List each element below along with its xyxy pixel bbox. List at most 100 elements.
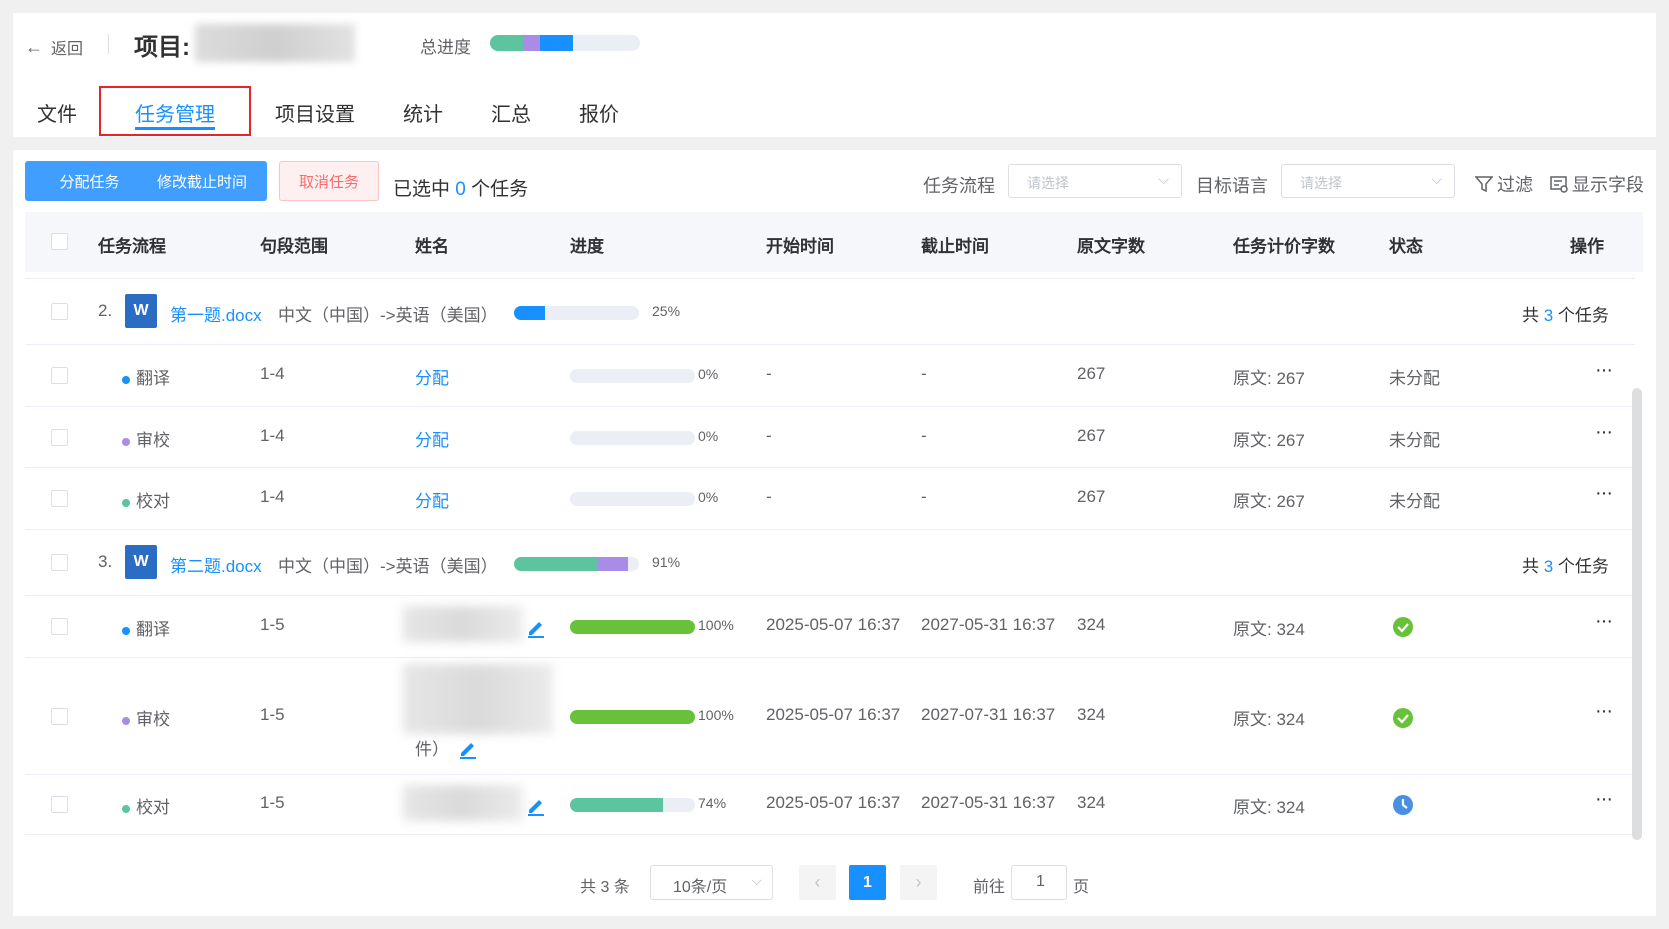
task-start: 2025-05-07 16:37 bbox=[766, 705, 901, 724]
total-progress-segment-proof bbox=[490, 35, 523, 51]
count-suffix: 个任务 bbox=[1553, 306, 1609, 325]
selected-count-info: 已选中 0 个任务 bbox=[393, 174, 528, 201]
more-actions-icon[interactable]: ··· bbox=[1595, 788, 1613, 811]
prev-page-button[interactable]: ‹ bbox=[799, 865, 836, 900]
task-start: - bbox=[766, 364, 772, 383]
row-checkbox[interactable] bbox=[51, 367, 68, 384]
assign-task-button[interactable]: 分配任务 bbox=[25, 161, 154, 201]
tab-task-management[interactable]: 任务管理 bbox=[99, 86, 251, 136]
file-progress-fill bbox=[514, 306, 546, 320]
task-row: 翻译 1-5 100% 2025-05-07 16:37 2027-05-31 … bbox=[25, 596, 1635, 658]
back-button[interactable]: ← 返回 bbox=[25, 35, 83, 59]
chevron-down-icon: ⌵ bbox=[1158, 171, 1169, 187]
row-checkbox[interactable] bbox=[51, 429, 68, 446]
col-name: 姓名 bbox=[415, 237, 449, 256]
tab-files[interactable]: 文件 bbox=[13, 86, 101, 136]
proof-dot-icon bbox=[122, 498, 130, 507]
task-count: 3 bbox=[1543, 557, 1554, 576]
task-range: 1-4 bbox=[260, 364, 285, 383]
assignee-name-redacted bbox=[403, 785, 523, 821]
assign-link[interactable]: 分配 bbox=[415, 487, 449, 512]
selected-prefix: 已选中 bbox=[393, 179, 456, 200]
page-number-button[interactable]: 1 bbox=[849, 865, 886, 900]
cancel-task-button[interactable]: 取消任务 bbox=[279, 161, 379, 201]
next-page-button[interactable]: › bbox=[900, 865, 937, 900]
more-actions-icon[interactable]: ··· bbox=[1595, 359, 1613, 382]
assign-link[interactable]: 分配 bbox=[415, 364, 449, 389]
file-language-pair: 中文（中国）->英语（美国） bbox=[278, 557, 498, 576]
chevron-right-icon: › bbox=[915, 872, 922, 892]
row-checkbox[interactable] bbox=[51, 303, 68, 320]
file-name-link[interactable]: 第二题.docx bbox=[170, 552, 262, 577]
file-name-link[interactable]: 第一题.docx bbox=[170, 301, 262, 326]
selected-suffix: 个任务 bbox=[465, 179, 529, 200]
row-checkbox[interactable] bbox=[51, 618, 68, 635]
row-checkbox[interactable] bbox=[51, 708, 68, 725]
task-end: - bbox=[921, 426, 927, 445]
task-end: - bbox=[921, 364, 927, 383]
filter-button[interactable]: 过滤 bbox=[1475, 171, 1533, 197]
project-name-redacted bbox=[195, 24, 355, 62]
assignee-name-redacted bbox=[403, 664, 553, 734]
task-progress-bar bbox=[570, 431, 695, 445]
task-workflow-label: 翻译 bbox=[136, 369, 170, 388]
file-progress-bar bbox=[514, 557, 639, 571]
row-checkbox[interactable] bbox=[51, 490, 68, 507]
goto-page-input[interactable]: 1 bbox=[1011, 865, 1067, 900]
more-actions-icon[interactable]: ··· bbox=[1595, 700, 1613, 723]
task-range: 1-5 bbox=[260, 705, 285, 724]
more-actions-icon[interactable]: ··· bbox=[1595, 482, 1613, 505]
count-prefix: 共 bbox=[1522, 557, 1544, 576]
display-fields-button[interactable]: 显示字段 bbox=[1550, 171, 1644, 197]
page-size-select[interactable]: 10条/页 ⌵ bbox=[650, 865, 773, 900]
divider bbox=[108, 34, 109, 54]
more-actions-icon[interactable]: ··· bbox=[1595, 421, 1613, 444]
chevron-down-icon: ⌵ bbox=[1431, 171, 1442, 187]
task-range: 1-5 bbox=[260, 615, 285, 634]
change-deadline-button[interactable]: 修改截止时间 bbox=[137, 161, 267, 201]
task-words: 324 bbox=[1077, 705, 1106, 724]
task-end: - bbox=[921, 487, 927, 506]
task-progress-text: 0% bbox=[698, 366, 719, 382]
edit-icon[interactable] bbox=[525, 794, 547, 816]
select-all-checkbox[interactable] bbox=[51, 233, 68, 250]
total-progress-label: 总进度 bbox=[420, 38, 471, 57]
task-workflow: 校对 bbox=[122, 793, 170, 818]
edit-icon[interactable] bbox=[457, 737, 479, 759]
tab-quote[interactable]: 报价 bbox=[555, 86, 643, 136]
task-progress-bar bbox=[570, 492, 695, 506]
task-progress-text: 0% bbox=[698, 489, 719, 505]
more-actions-icon[interactable]: ··· bbox=[1595, 610, 1613, 633]
task-words: 324 bbox=[1077, 793, 1106, 812]
clock-icon bbox=[1393, 795, 1413, 815]
task-words: 267 bbox=[1077, 364, 1106, 383]
workflow-select[interactable]: 请选择 ⌵ bbox=[1008, 164, 1182, 198]
file-group-row: 2. W 第一题.docx 中文（中国）->英语（美国） 25% 共 3 个任务 bbox=[25, 278, 1635, 345]
edit-icon[interactable] bbox=[525, 616, 547, 638]
task-status: 未分配 bbox=[1389, 369, 1440, 388]
assign-link[interactable]: 分配 bbox=[415, 426, 449, 451]
task-billing: 原文: 267 bbox=[1233, 431, 1305, 450]
target-language-select[interactable]: 请选择 ⌵ bbox=[1281, 164, 1455, 198]
row-checkbox[interactable] bbox=[51, 554, 68, 571]
project-title-label: 项目: bbox=[134, 34, 190, 61]
table-scrollbar[interactable] bbox=[1632, 388, 1642, 840]
task-progress-fill bbox=[570, 710, 695, 724]
task-row: 翻译 1-4 分配 0% - - 267 原文: 267 未分配 ··· bbox=[25, 345, 1635, 407]
task-workflow: 翻译 bbox=[122, 364, 170, 389]
display-fields-label: 显示字段 bbox=[1572, 175, 1644, 195]
display-fields-icon bbox=[1550, 176, 1568, 193]
filter-label: 过滤 bbox=[1497, 175, 1533, 195]
col-start-time: 开始时间 bbox=[766, 237, 834, 256]
tab-summary[interactable]: 汇总 bbox=[467, 86, 555, 136]
filter-icon bbox=[1475, 176, 1493, 193]
tab-project-settings[interactable]: 项目设置 bbox=[251, 86, 379, 136]
tab-statistics[interactable]: 统计 bbox=[379, 86, 467, 136]
row-checkbox[interactable] bbox=[51, 796, 68, 813]
task-table: 任务流程 句段范围 姓名 进度 开始时间 截止时间 原文字数 任务计价字数 状态… bbox=[25, 212, 1643, 842]
target-language-label: 目标语言 bbox=[1196, 176, 1268, 196]
goto-prefix: 前往 bbox=[973, 879, 1006, 896]
assignee-suffix: 件） bbox=[415, 740, 449, 759]
col-source-words: 原文字数 bbox=[1077, 237, 1145, 256]
task-range: 1-5 bbox=[260, 793, 285, 812]
